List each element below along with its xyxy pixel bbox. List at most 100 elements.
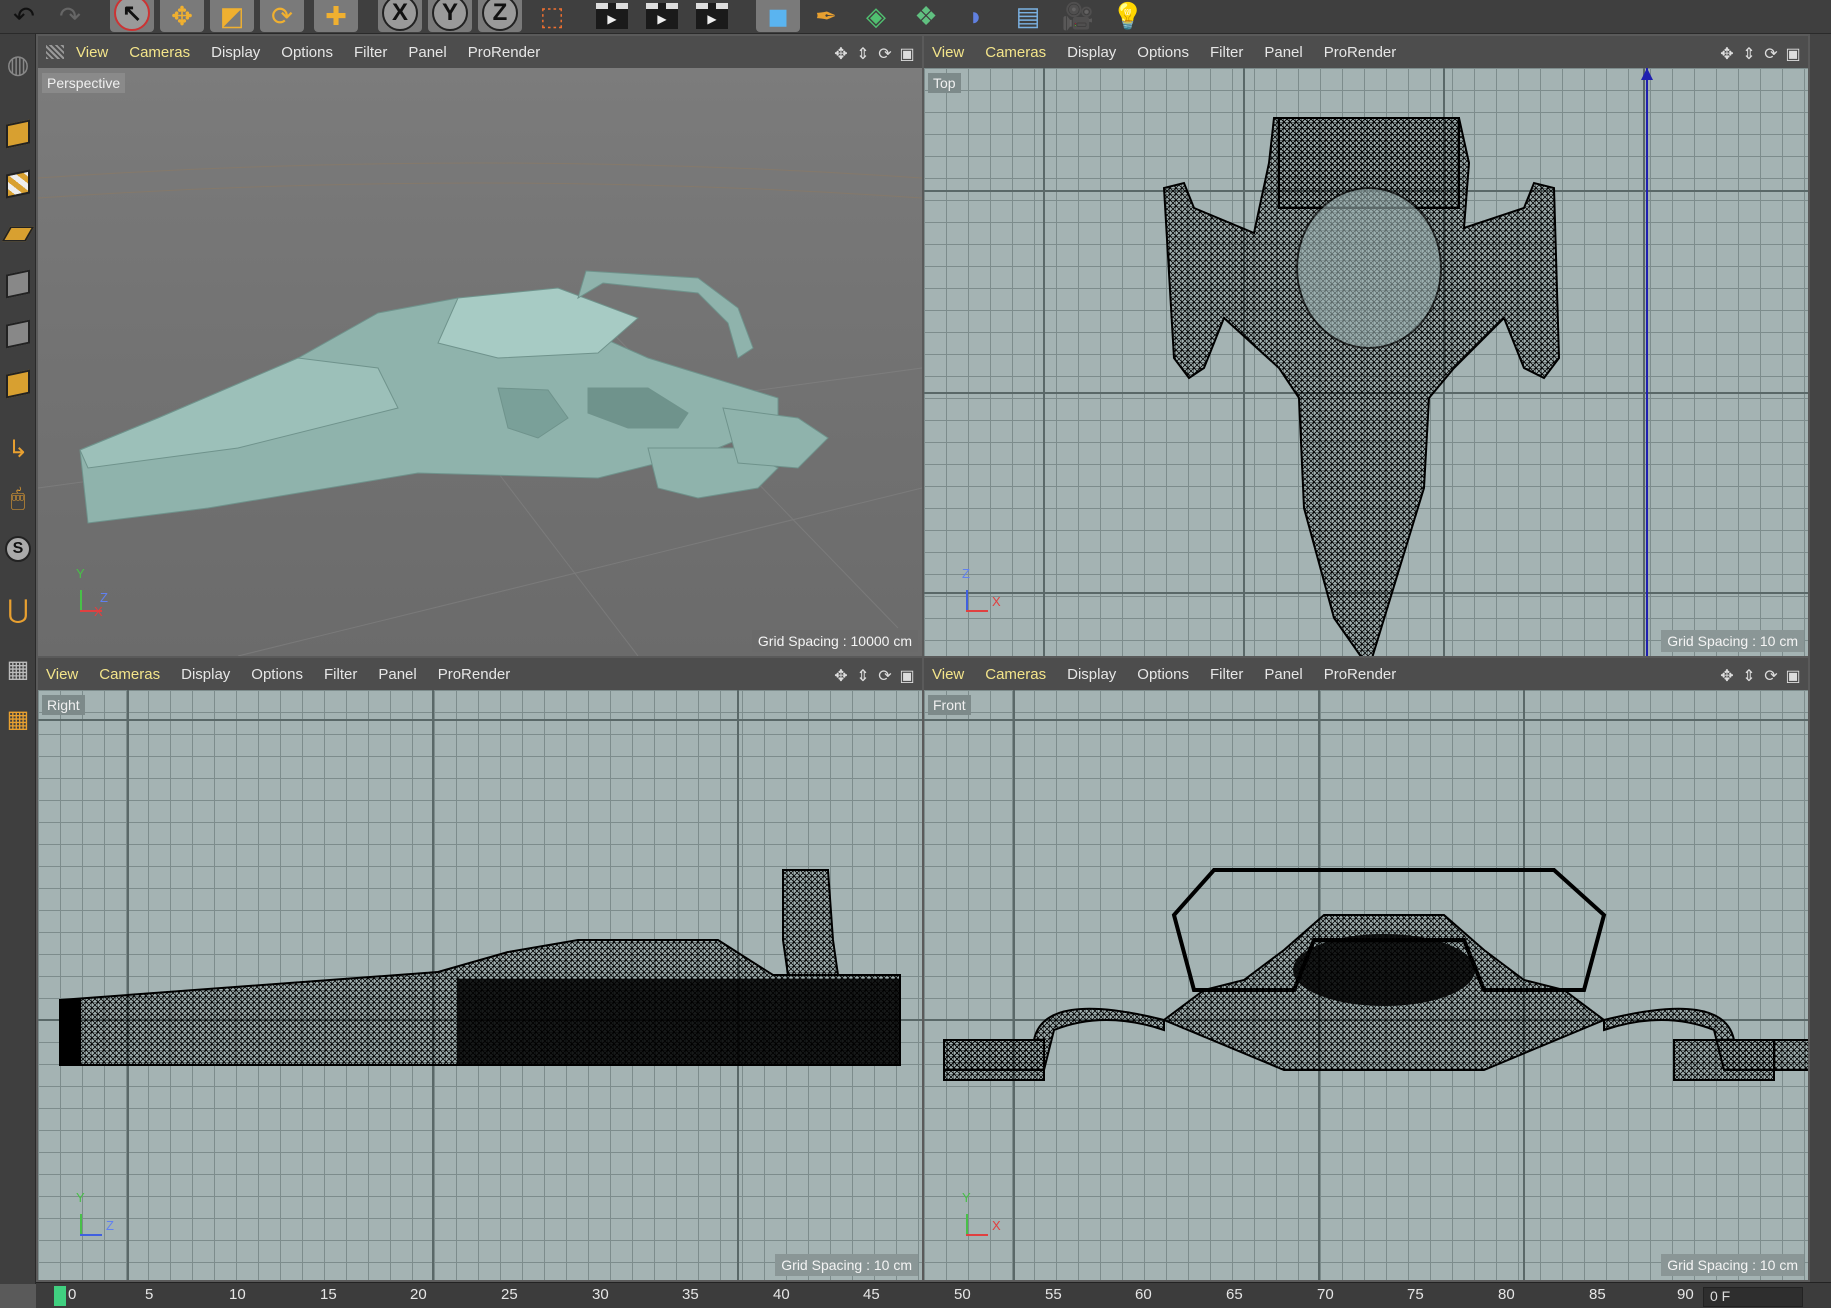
menu-filter[interactable]: Filter <box>324 666 357 683</box>
dolly-icon[interactable]: ⇕ <box>854 666 872 686</box>
orbit-icon[interactable]: ⟳ <box>1762 666 1780 686</box>
maximize-icon[interactable]: ▣ <box>1784 666 1802 686</box>
texture-mode-icon[interactable] <box>2 164 34 204</box>
panel-grip-icon[interactable] <box>46 45 64 59</box>
polygons-mode-icon[interactable] <box>2 364 34 404</box>
timeline-tick: 15 <box>320 1286 337 1303</box>
pan-icon[interactable]: ✥ <box>1718 666 1736 686</box>
orbit-icon[interactable]: ⟳ <box>876 666 894 686</box>
undo-icon[interactable]: ↶ <box>2 0 46 32</box>
timeline-ruler[interactable]: 0 5 10 15 20 25 30 35 40 45 50 55 60 65 … <box>36 1282 1831 1308</box>
hover-car-model <box>79 270 829 524</box>
redo-icon[interactable]: ↷ <box>48 0 92 32</box>
menu-prorender[interactable]: ProRender <box>438 666 511 683</box>
coordinate-system-icon[interactable]: ⬚ <box>530 0 574 32</box>
menu-options[interactable]: Options <box>281 44 333 61</box>
light-icon[interactable]: 💡 <box>1106 0 1150 32</box>
axis-gizmo: Y Z X <box>74 560 134 620</box>
scale-tool-icon[interactable]: ◩ <box>210 0 254 32</box>
menu-display[interactable]: Display <box>211 44 260 61</box>
dolly-icon[interactable]: ⇕ <box>1740 44 1758 64</box>
viewport-right[interactable]: View Cameras Display Options Filter Pane… <box>38 658 922 1280</box>
menu-view[interactable]: View <box>76 44 108 61</box>
menu-display[interactable]: Display <box>1067 44 1116 61</box>
axis-z-label: Z <box>100 590 108 605</box>
menu-display[interactable]: Display <box>181 666 230 683</box>
locked-workplane-icon[interactable]: ▦ <box>2 649 34 689</box>
subdivision-surface-icon[interactable]: ◈ <box>854 0 898 32</box>
menu-options[interactable]: Options <box>251 666 303 683</box>
points-mode-icon[interactable] <box>2 264 34 304</box>
dolly-icon[interactable]: ⇕ <box>1740 666 1758 686</box>
menu-view[interactable]: View <box>932 44 964 61</box>
menu-panel[interactable]: Panel <box>1264 666 1302 683</box>
menu-cameras[interactable]: Cameras <box>129 44 190 61</box>
tweak-mode-icon[interactable]: 🖱 <box>2 479 34 519</box>
menu-filter[interactable]: Filter <box>1210 666 1243 683</box>
viewport-top[interactable]: View Cameras Display Options Filter Pane… <box>924 36 1808 656</box>
camera-icon[interactable]: 🎥 <box>1056 0 1100 32</box>
menu-prorender[interactable]: ProRender <box>468 44 541 61</box>
move-tool-icon[interactable]: ✥ <box>160 0 204 32</box>
front-view-wireframe <box>924 690 1808 1280</box>
playhead[interactable] <box>54 1286 66 1306</box>
menu-cameras[interactable]: Cameras <box>99 666 160 683</box>
menu-filter[interactable]: Filter <box>1210 44 1243 61</box>
menu-options[interactable]: Options <box>1137 666 1189 683</box>
maximize-icon[interactable]: ▣ <box>1784 44 1802 64</box>
viewport-canvas[interactable]: Top Z X Grid Spacing : 10 cm <box>924 68 1808 656</box>
deformer-icon[interactable]: ◗ <box>954 0 998 32</box>
spline-pen-icon[interactable]: ✒ <box>804 0 848 32</box>
menu-prorender[interactable]: ProRender <box>1324 666 1397 683</box>
menu-panel[interactable]: Panel <box>378 666 416 683</box>
sphere-mode-icon[interactable]: ◍ <box>2 44 34 84</box>
array-icon[interactable]: ❖ <box>904 0 948 32</box>
axis-mode-icon[interactable]: ↳ <box>2 429 34 469</box>
axis-z-label: Z <box>962 566 970 581</box>
cube-primitive-icon[interactable]: ◼ <box>756 0 800 32</box>
menu-view[interactable]: View <box>932 666 964 683</box>
x-axis-lock-button[interactable]: X <box>378 0 422 32</box>
rotate-tool-icon[interactable]: ⟳ <box>260 0 304 32</box>
model-mode-icon[interactable] <box>2 114 34 154</box>
floor-icon[interactable]: ▤ <box>1006 0 1050 32</box>
render-view-icon[interactable]: ▶ <box>590 0 634 32</box>
maximize-icon[interactable]: ▣ <box>898 666 916 686</box>
workplane-mode-icon[interactable] <box>1 214 35 254</box>
snapping-icon[interactable]: S <box>2 529 34 569</box>
menu-options[interactable]: Options <box>1137 44 1189 61</box>
orbit-icon[interactable]: ⟳ <box>1762 44 1780 64</box>
current-frame-field[interactable]: 0 F <box>1703 1287 1803 1307</box>
menu-cameras[interactable]: Cameras <box>985 666 1046 683</box>
menu-cameras[interactable]: Cameras <box>985 44 1046 61</box>
menu-filter[interactable]: Filter <box>354 44 387 61</box>
menu-panel[interactable]: Panel <box>408 44 446 61</box>
dolly-icon[interactable]: ⇕ <box>854 44 872 64</box>
orbit-icon[interactable]: ⟳ <box>876 44 894 64</box>
menu-prorender[interactable]: ProRender <box>1324 44 1397 61</box>
edges-mode-icon[interactable] <box>2 314 34 354</box>
viewport-canvas[interactable]: Perspective Y Z X Grid Spacing : 10000 c… <box>38 68 922 656</box>
menu-view[interactable]: View <box>46 666 78 683</box>
menu-display[interactable]: Display <box>1067 666 1116 683</box>
viewport-front[interactable]: View Cameras Display Options Filter Pane… <box>924 658 1808 1280</box>
live-selection-icon[interactable]: ↖ <box>110 0 154 32</box>
transform-tool-icon[interactable]: ✚ <box>314 0 358 32</box>
viewport-canvas[interactable]: Right Y Z Grid Spacing : 10 cm <box>38 690 922 1280</box>
viewport-label: Top <box>928 73 961 93</box>
pan-icon[interactable]: ✥ <box>832 44 850 64</box>
render-to-picture-viewer-icon[interactable]: ▶ <box>640 0 684 32</box>
viewport-perspective[interactable]: View Cameras Display Options Filter Pane… <box>38 36 922 656</box>
maximize-icon[interactable]: ▣ <box>898 44 916 64</box>
right-panel-edge[interactable] <box>1810 34 1831 1284</box>
pan-icon[interactable]: ✥ <box>832 666 850 686</box>
menu-panel[interactable]: Panel <box>1264 44 1302 61</box>
y-axis-lock-button[interactable]: Y <box>428 0 472 32</box>
viewport-canvas[interactable]: Front Y X Grid Spacing : 10 cm <box>924 690 1808 1280</box>
magnet-icon[interactable]: ⋃ <box>2 589 34 629</box>
planar-workplane-icon[interactable]: ▦ <box>2 699 34 739</box>
z-axis-lock-button[interactable]: Z <box>478 0 522 32</box>
grid-spacing-label: Grid Spacing : 10 cm <box>1661 1254 1804 1276</box>
render-settings-icon[interactable]: ▶ <box>690 0 734 32</box>
pan-icon[interactable]: ✥ <box>1718 44 1736 64</box>
